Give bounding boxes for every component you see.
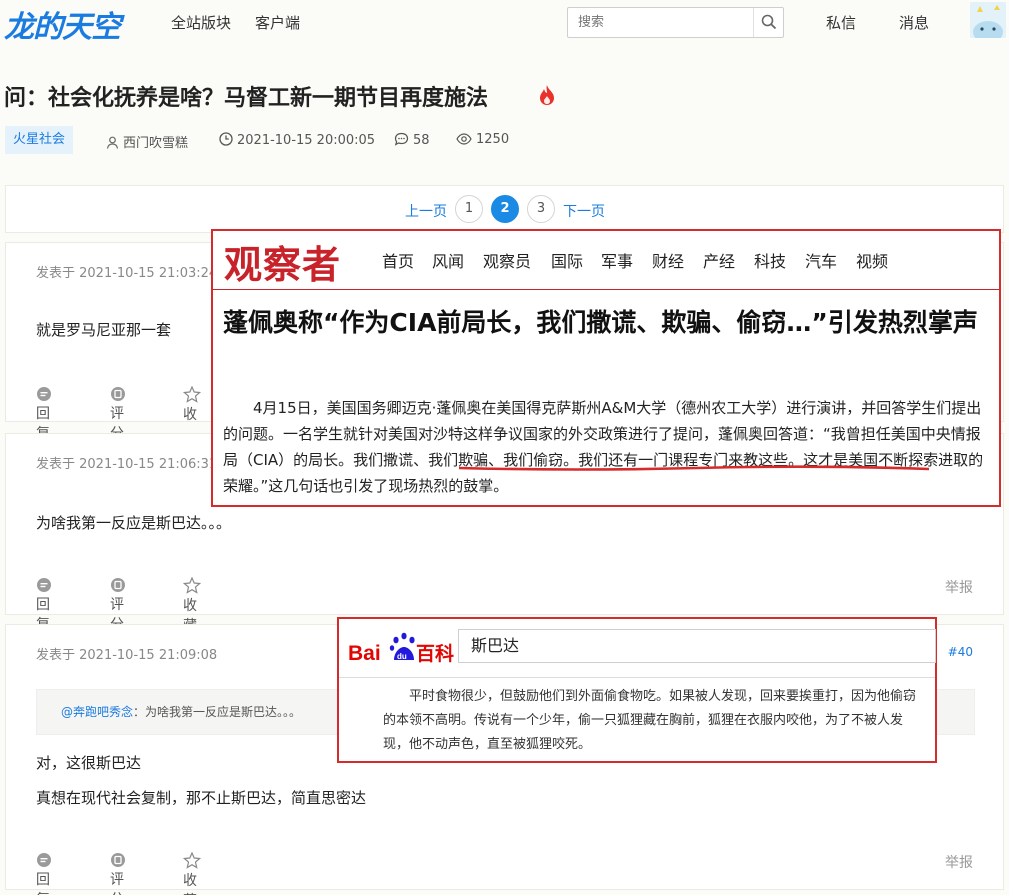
search-box <box>567 7 784 38</box>
pagination: 上一页 1 2 3 下一页 <box>5 185 1004 233</box>
favorite-button[interactable]: 收 <box>182 385 207 424</box>
thread-datetime: 2021-10-15 20:00:05 <box>219 132 375 148</box>
post-content: 为啥我第一反应是斯巴达。。。 <box>36 514 232 532</box>
floor-number[interactable]: #40 <box>948 645 973 659</box>
post-content: 就是罗马尼亚那一套 <box>36 321 172 339</box>
next-page-link[interactable]: 下一页 <box>563 201 605 221</box>
guancha-nav-item: 财经 <box>652 252 685 271</box>
reply-icon <box>37 853 51 867</box>
guancha-logo: 观察者 <box>224 242 342 287</box>
author-name: 西门吹雪糕 <box>123 136 189 151</box>
rate-icon <box>111 578 125 592</box>
page-2-button[interactable]: 2 <box>491 195 519 223</box>
thread-author[interactable]: 西门吹雪糕 <box>106 132 188 151</box>
nav-client[interactable]: 客户端 <box>255 12 300 33</box>
guancha-nav-item: 视频 <box>856 252 889 271</box>
guancha-article-body: 4月15日，美国国务卿迈克·蓬佩奥在美国得克萨斯州A&M大学（德州农工大学）进行… <box>223 399 984 495</box>
quote-user[interactable]: @奔跑吧秀念 <box>61 705 133 719</box>
post-date: 发表于 2021-10-15 21:03:24 <box>36 266 218 281</box>
rate-button[interactable]: 评分 <box>110 852 132 895</box>
thread-views: 1250 <box>456 132 509 147</box>
divider <box>213 289 999 290</box>
divider <box>339 677 935 678</box>
comment-icon <box>394 132 409 146</box>
top-bar: 龙的天空 全站版块 客户端 私信 消息 <box>0 0 1009 46</box>
star-icon <box>182 851 202 869</box>
prev-page-link[interactable]: 上一页 <box>405 201 447 221</box>
private-messages-link[interactable]: 私信 <box>826 12 856 33</box>
guancha-headline: 蓬佩奥称“作为CIA前局长，我们撒谎、欺骗、偷窃…”引发热烈掌声 <box>223 308 978 337</box>
notifications-link[interactable]: 消息 <box>899 12 929 33</box>
guancha-nav-item: 产经 <box>703 252 736 271</box>
star-icon <box>182 576 202 594</box>
comments-count: 58 <box>413 133 430 148</box>
baidu-baike-logo: Bai du 百科 <box>348 632 454 665</box>
page-1-button[interactable]: 1 <box>455 195 483 223</box>
embedded-baike-screenshot: Bai du 百科 斯巴达 平时食物很少，但鼓励他们到外面偷食物吃。如果被人发现… <box>337 617 937 763</box>
post-date: 发表于 2021-10-15 21:06:31 <box>36 457 218 472</box>
board-tag[interactable]: 火星社会 <box>5 126 74 154</box>
thread-title: 问：社会化抚养是啥？马督工新一期节目再度施法 <box>4 86 489 111</box>
favorite-button[interactable]: 收藏 <box>182 851 207 895</box>
svg-text:百科: 百科 <box>416 642 454 665</box>
svg-text:du: du <box>397 652 407 661</box>
nav-all-boards[interactable]: 全站版块 <box>171 12 231 33</box>
thread-comments: 58 <box>394 132 430 148</box>
datetime-text: 2021-10-15 20:00:05 <box>237 133 376 148</box>
rate-icon <box>111 853 125 867</box>
search-icon <box>761 14 777 30</box>
guancha-nav-item: 国际 <box>551 252 584 271</box>
reply-icon <box>37 578 51 592</box>
views-count: 1250 <box>476 132 510 147</box>
guancha-nav-item: 汽车 <box>805 252 838 271</box>
report-link[interactable]: 举报 <box>945 852 973 872</box>
hot-fire-icon <box>540 85 554 105</box>
embedded-guancha-screenshot: 观察者 首页 风闻 观察员 国际 军事 财经 产经 科技 汽车 视频 蓬佩奥称“… <box>211 229 1001 507</box>
user-icon <box>106 136 119 149</box>
quote-text: ：为啥我第一反应是斯巴达。。。 <box>133 705 302 719</box>
svg-text:Bai: Bai <box>348 642 381 665</box>
clock-icon <box>219 132 233 146</box>
reply-icon <box>37 387 51 401</box>
user-avatar[interactable] <box>970 2 1006 38</box>
reply-button[interactable]: 回复 <box>36 852 58 895</box>
star-icon <box>182 385 202 403</box>
baike-entry-text: 平时食物很少，但鼓励他们到外面偷食物吃。如果被人发现，回来要挨重打，因为他偷窃的… <box>383 689 917 752</box>
search-input[interactable] <box>568 8 754 37</box>
report-link[interactable]: 举报 <box>945 577 973 597</box>
guancha-nav-item: 军事 <box>601 252 634 271</box>
site-logo[interactable]: 龙的天空 <box>4 2 121 46</box>
quote-line: @奔跑吧秀念：为啥我第一反应是斯巴达。。。 <box>61 703 301 720</box>
red-underline-annotation <box>458 465 930 471</box>
guancha-nav-item: 首页 <box>382 252 415 271</box>
post-content: 对，这很斯巴达 <box>36 754 142 772</box>
guancha-nav-item: 观察员 <box>483 252 532 271</box>
search-button[interactable] <box>753 8 783 37</box>
post-date: 发表于 2021-10-15 21:09:08 <box>36 648 218 663</box>
eye-icon <box>456 133 472 145</box>
post-content: 真想在现代社会复制，那不止斯巴达，简直思密达 <box>36 789 367 807</box>
guancha-nav-item: 科技 <box>754 252 787 271</box>
rate-icon <box>111 387 125 401</box>
guancha-nav-item: 风闻 <box>432 252 465 271</box>
thread-meta: 火星社会 西门吹雪糕 2021-10-15 20:00:05 58 1250 <box>0 126 1009 156</box>
baike-search-input: 斯巴达 <box>458 629 936 663</box>
page-3-button[interactable]: 3 <box>527 195 555 223</box>
